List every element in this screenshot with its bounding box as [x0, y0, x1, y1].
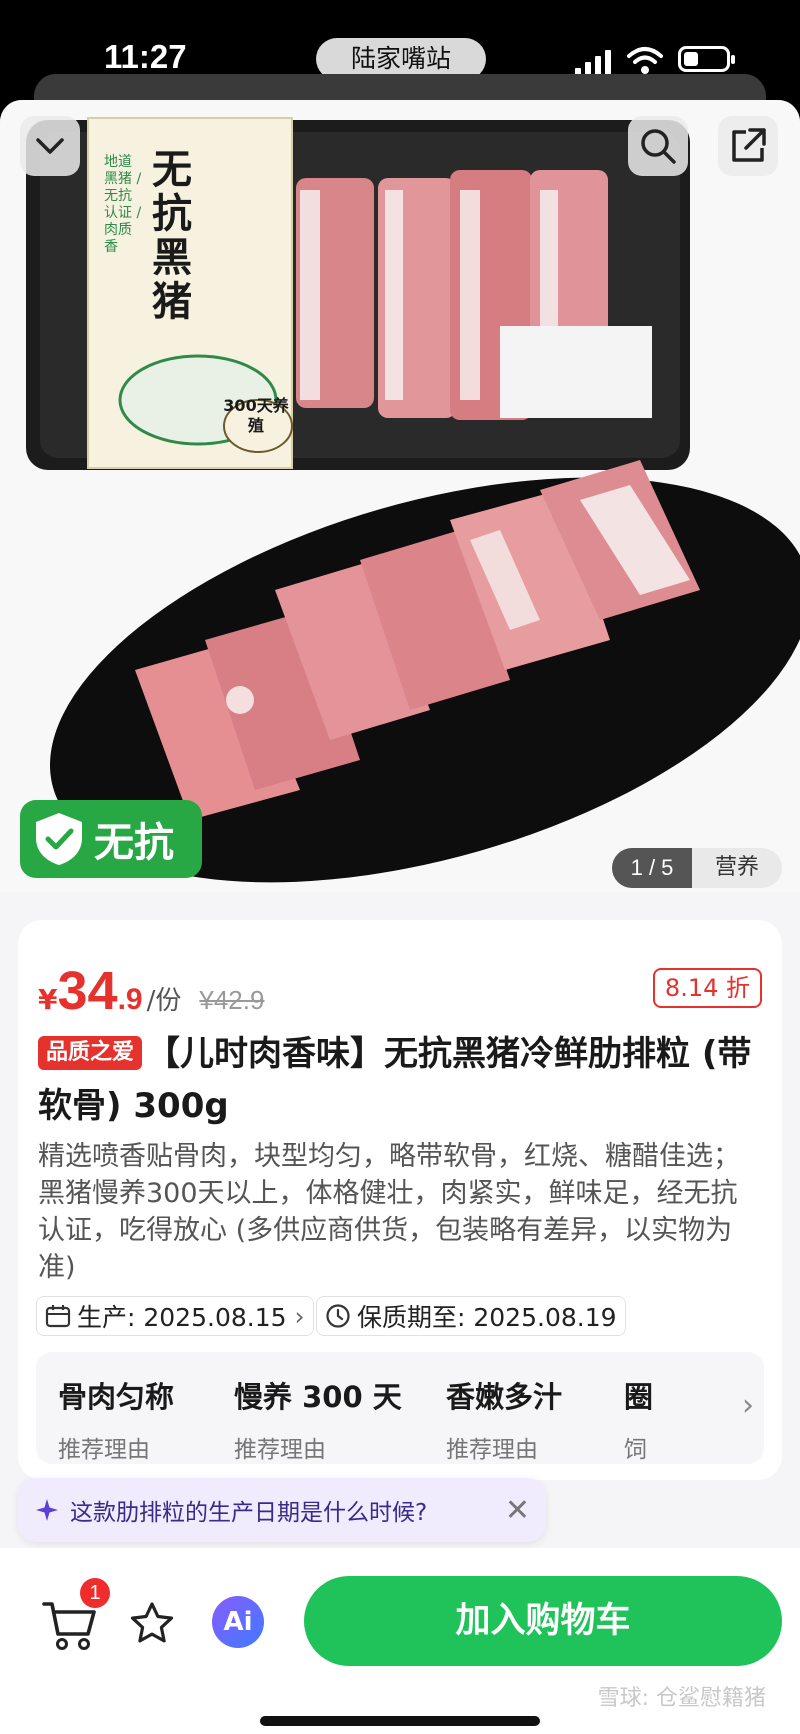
clock-icon: [326, 1304, 350, 1328]
ai-suggestion-bubble[interactable]: 这款肋排粒的生产日期是什么时候? ✕: [18, 1478, 546, 1542]
currency-symbol: ¥: [38, 983, 58, 1016]
feature-name: 骨肉匀称: [58, 1380, 175, 1414]
close-icon[interactable]: ✕: [505, 1493, 530, 1528]
features-strip[interactable]: 骨肉匀称 推荐理由 慢养 300 天 推荐理由 香嫩多汁 推荐理由 圈 饲 ›: [36, 1352, 764, 1464]
search-button[interactable]: [628, 116, 688, 176]
battery-icon: [678, 46, 735, 72]
search-icon: [641, 129, 676, 164]
collapse-button[interactable]: [20, 116, 80, 176]
feature-item[interactable]: 慢养 300 天 推荐理由: [234, 1374, 402, 1464]
antibiotic-free-badge: 无抗: [20, 800, 202, 878]
chevron-right-icon[interactable]: ›: [742, 1388, 754, 1423]
signal-icon: [575, 48, 615, 76]
quality-tag: 品质之爱: [38, 1036, 143, 1070]
home-indicator: [260, 1716, 540, 1726]
product-info-card: ¥ 34 .9 /份 ¥42.9 8.14 折 品质之爱 【儿时肉香味】无抗黑猪冷…: [18, 920, 782, 1480]
feature-item[interactable]: 圈 饲: [624, 1374, 653, 1464]
product-title: 品质之爱 【儿时肉香味】无抗黑猪冷鲜肋排粒 (带软骨) 300g: [38, 1028, 762, 1132]
production-date-chip[interactable]: 生产: 2025.08.15 ›: [36, 1296, 314, 1336]
price-decimal: .9: [117, 983, 143, 1016]
original-price: ¥42.9: [199, 985, 265, 1015]
feature-sub: 饲: [624, 1437, 647, 1463]
ai-assistant-button[interactable]: Ai: [212, 1596, 264, 1648]
feature-name: 慢养 300 天: [234, 1380, 402, 1414]
chevron-right-icon: ›: [294, 1301, 305, 1331]
add-to-cart-button[interactable]: 加入购物车: [304, 1576, 782, 1666]
feature-item[interactable]: 骨肉匀称 推荐理由: [58, 1374, 174, 1464]
price-row: ¥ 34 .9 /份 ¥42.9: [38, 960, 265, 1021]
package-side-text: 地道黑猪 / 无抗认证 / 肉质香: [104, 154, 142, 255]
expiry-date: 保质期至: 2025.08.19: [357, 1303, 617, 1332]
antibiotic-free-label: 无抗: [94, 820, 174, 866]
calendar-icon: [45, 1305, 71, 1328]
price-integer: 34: [57, 961, 118, 1021]
image-counter[interactable]: 1 / 5 营养: [612, 848, 782, 888]
product-description: 精选喷香贴骨肉，块型均匀，略带软骨，红烧、糖醋佳选；黑猪慢养300天以上，体格健…: [38, 1141, 740, 1283]
share-icon: [732, 128, 766, 162]
production-date: 生产: 2025.08.15: [77, 1303, 287, 1332]
chevron-down-icon: [36, 138, 64, 154]
feature-sub: 推荐理由: [58, 1437, 150, 1463]
discount-badge: 8.14 折: [652, 968, 762, 1008]
status-time: 11:27: [104, 38, 187, 75]
product-image-carousel[interactable]: 无抗黑猪 地道黑猪 / 无抗认证 / 肉质香 300天养殖 无抗 1 / 5 营…: [0, 100, 800, 892]
product-title-text: 【儿时肉香味】无抗黑猪冷鲜肋排粒 (带软骨) 300g: [38, 1034, 752, 1126]
watermark-text: 雪球: 仓鲨慰籍猪: [597, 1686, 766, 1711]
feature-name: 香嫩多汁: [446, 1380, 563, 1414]
feature-sub: 推荐理由: [234, 1437, 326, 1463]
cart-count-badge: 1: [80, 1578, 110, 1608]
feature-sub: 推荐理由: [446, 1437, 538, 1463]
sparkle-icon: [36, 1499, 58, 1521]
package-days-text: 300天养殖: [223, 396, 289, 435]
image-tab-nutrition[interactable]: 营养: [692, 848, 782, 888]
price-unit: /份: [146, 986, 182, 1016]
feature-item[interactable]: 香嫩多汁 推荐理由: [446, 1374, 562, 1464]
feature-name: 圈: [624, 1380, 654, 1414]
wifi-icon: [627, 47, 663, 74]
image-index: 1 / 5: [612, 848, 692, 888]
product-page: 无抗黑猪 地道黑猪 / 无抗认证 / 肉质香 300天养殖 无抗 1 / 5 营…: [0, 100, 800, 1734]
ai-suggestion-text[interactable]: 这款肋排粒的生产日期是什么时候?: [70, 1493, 497, 1527]
shield-check-icon: [36, 813, 82, 865]
package-brand-text: 无抗黑猪: [152, 147, 192, 325]
bottom-action-bar: 1 Ai 加入购物车 雪球: 仓鲨慰籍猪: [0, 1548, 800, 1734]
expiry-date-chip: 保质期至: 2025.08.19: [316, 1296, 626, 1336]
share-button[interactable]: [718, 116, 778, 176]
star-icon[interactable]: [128, 1600, 176, 1648]
